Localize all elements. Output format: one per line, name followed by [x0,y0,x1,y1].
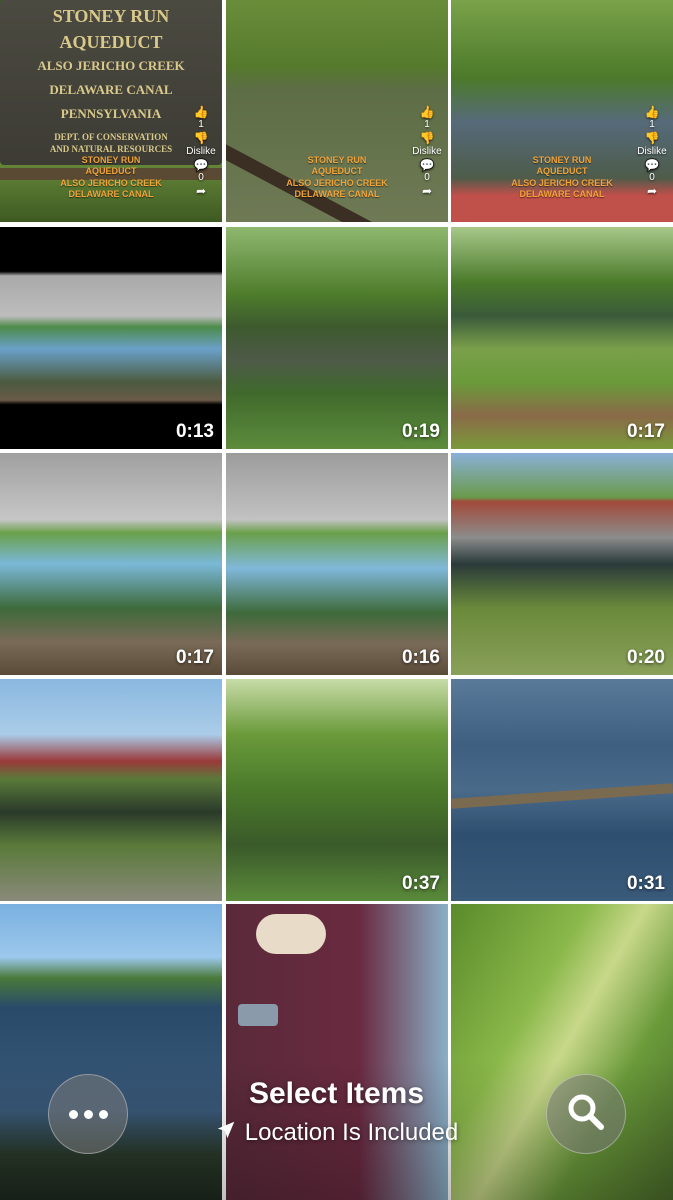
caption-line: STONEY RUN [532,155,592,165]
photo-grid: STONEY RUN AQUEDUCT ALSO JERICHO CREEK D… [0,0,673,1200]
reel-caption: STONEY RUN AQUEDUCT ALSO JERICHO CREEK D… [0,155,222,200]
video-duration: 0:37 [401,873,440,894]
person-face [256,914,326,954]
like-count: 1 [424,119,430,131]
grid-item-video[interactable]: 0:37 [226,679,448,901]
caption-line: ALSO JERICHO CREEK [286,177,388,188]
sign-line: STONEY RUN [52,6,170,26]
phone [238,1004,278,1026]
location-arrow-icon [215,1119,237,1148]
search-button[interactable] [546,1074,626,1154]
caption-line: AQUEDUCT [85,166,137,177]
grid-item-river-branch[interactable]: 👍 1 👎 Dislike 💬 0 ➦ STONEY RUN AQUEDUCT … [226,0,448,222]
video-duration: 0:31 [626,873,665,894]
thumbs-up-icon: 👍 [644,105,660,119]
video-duration: 0:20 [626,647,665,668]
caption-line: AQUEDUCT [311,166,363,177]
caption-line: DELAWARE CANAL [294,188,380,199]
video-duration: 0:19 [401,421,440,442]
sign-line: AQUEDUCT [59,32,163,52]
like-count: 1 [649,119,655,131]
caption-line: ALSO JERICHO CREEK [60,177,162,188]
thumbs-up-icon: 👍 [193,105,209,119]
sign-line: ALSO JERICHO CREEK [37,58,185,73]
grid-item-canal[interactable]: 👍 1 👎 Dislike 💬 0 ➦ STONEY RUN AQUEDUCT … [451,0,673,222]
video-duration: 0:16 [401,647,440,668]
reel-caption: STONEY RUN AQUEDUCT ALSO JERICHO CREEK D… [451,155,673,200]
location-included-label: Location Is Included [244,1119,459,1146]
thumbs-down-icon: 👎 [193,131,209,146]
reel-caption: STONEY RUN AQUEDUCT ALSO JERICHO CREEK D… [226,155,448,200]
grid-item-video[interactable]: 0:16 [226,453,448,675]
video-duration: 0:17 [175,647,214,668]
grid-item-video[interactable]: 0:17 [0,453,222,675]
grid-item-video[interactable]: 0:19 [226,227,448,449]
thumbs-down-icon: 👎 [419,131,435,146]
search-icon [564,1090,608,1139]
caption-line: DELAWARE CANAL [519,188,605,199]
caption-line: AQUEDUCT [536,166,588,177]
caption-line: STONEY RUN [81,155,141,165]
grid-item-photo[interactable] [0,679,222,901]
like-count: 1 [198,119,204,131]
grid-item-video[interactable]: 0:13 [0,227,222,449]
caption-line: ALSO JERICHO CREEK [511,177,613,188]
video-duration: 0:17 [626,421,665,442]
caption-line: STONEY RUN [307,155,367,165]
thumbs-up-icon: 👍 [419,105,435,119]
thumbs-down-icon: 👎 [644,131,660,146]
caption-line: DELAWARE CANAL [68,188,154,199]
grid-item-video[interactable]: 0:17 [451,227,673,449]
grid-item-sign[interactable]: STONEY RUN AQUEDUCT ALSO JERICHO CREEK D… [0,0,222,222]
sign-line: DELAWARE CANAL [49,82,173,97]
grid-item-video[interactable]: 0:31 [451,679,673,901]
grid-item-video[interactable]: 0:20 [451,453,673,675]
video-duration: 0:13 [175,421,214,442]
